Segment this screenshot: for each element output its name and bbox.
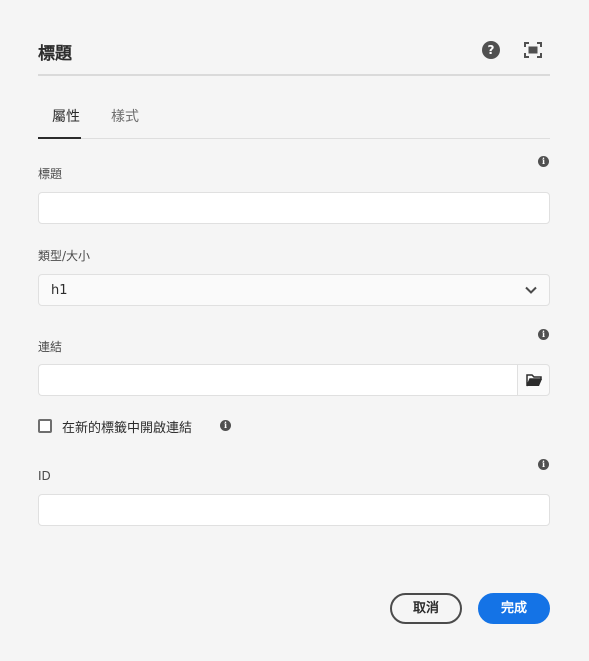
chevron-down-icon — [525, 286, 537, 294]
open-new-tab-checkbox[interactable] — [38, 419, 52, 433]
id-input[interactable] — [38, 494, 550, 526]
type-size-label: 類型/大小 — [38, 249, 91, 263]
title-field-label: 標題 — [38, 167, 63, 181]
tab-list: 屬性 樣式 — [38, 99, 550, 139]
id-info-icon[interactable]: i — [538, 459, 549, 470]
link-browse-button[interactable] — [517, 364, 550, 396]
done-button[interactable]: 完成 — [478, 593, 550, 624]
link-field-label: 連結 — [38, 340, 63, 354]
link-info-icon[interactable]: i — [538, 329, 549, 340]
tab-properties[interactable]: 屬性 — [52, 106, 80, 126]
title-info-icon[interactable]: i — [538, 156, 549, 167]
dialog-title: 標題 — [38, 44, 72, 64]
help-icon[interactable]: ? — [482, 41, 500, 59]
type-size-value: h1 — [51, 283, 68, 298]
title-input[interactable] — [38, 192, 550, 224]
cancel-button[interactable]: 取消 — [390, 593, 462, 624]
fullscreen-icon[interactable] — [524, 42, 542, 58]
dialog-header: 標題 ? — [38, 36, 550, 76]
open-new-tab-label[interactable]: 在新的標籤中開啟連結 — [62, 417, 192, 436]
open-new-tab-info-icon[interactable]: i — [220, 420, 231, 431]
id-field-label: ID — [38, 469, 51, 483]
type-size-select[interactable]: h1 — [38, 274, 550, 306]
active-tab-indicator — [38, 137, 81, 139]
tab-styles[interactable]: 樣式 — [111, 106, 139, 126]
link-input[interactable] — [38, 364, 518, 396]
component-dialog: 標題 ? 屬性 樣式 i 標題 類型/大小 h1 i 連結 在新的標籤中開啟連結… — [0, 0, 589, 661]
folder-icon — [526, 374, 542, 387]
